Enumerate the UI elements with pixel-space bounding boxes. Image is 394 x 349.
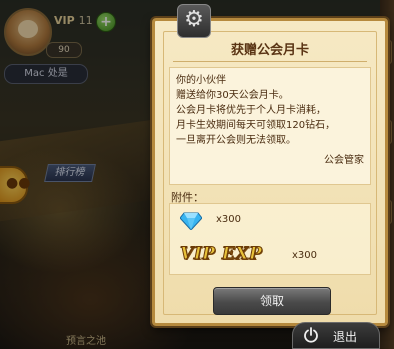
vip-exp-icon: VIP EXP (179, 244, 263, 265)
diamond-icon (180, 212, 202, 230)
message-signature: 公会管家 (324, 155, 364, 166)
exit-button[interactable]: 退出 (292, 322, 380, 349)
dialog-title: 获赠公会月卡 (230, 43, 309, 58)
message-line: 一旦离开公会则无法领取。 (176, 135, 296, 146)
power-icon (304, 327, 318, 343)
message-body: 你的小伙伴 赠送给你30天公会月卡。 公会月卡将优先于个人月卡消耗， 月卡生效期… (169, 67, 371, 185)
title-divider (173, 61, 367, 62)
gear-icon[interactable]: ⚙ (177, 4, 211, 38)
claim-button[interactable]: 领取 (213, 287, 331, 315)
exit-label: 退出 (333, 330, 358, 344)
message-line: 月卡生效期间每天可领取120钻石， (176, 120, 336, 131)
vip-exp-quantity: x300 (292, 250, 318, 261)
diamond-quantity: x300 (216, 214, 242, 225)
attachments-list: x300 VIP EXP x300 (169, 203, 371, 275)
message-line: 赠送给你30天公会月卡。 (176, 90, 289, 101)
message-line: 你的小伙伴 (176, 75, 226, 86)
message-line: 公会月卡将优先于个人月卡消耗， (176, 105, 326, 116)
mail-dialog: 获赠公会月卡 你的小伙伴 赠送给你30天公会月卡。 公会月卡将优先于个人月卡消耗… (152, 18, 388, 326)
